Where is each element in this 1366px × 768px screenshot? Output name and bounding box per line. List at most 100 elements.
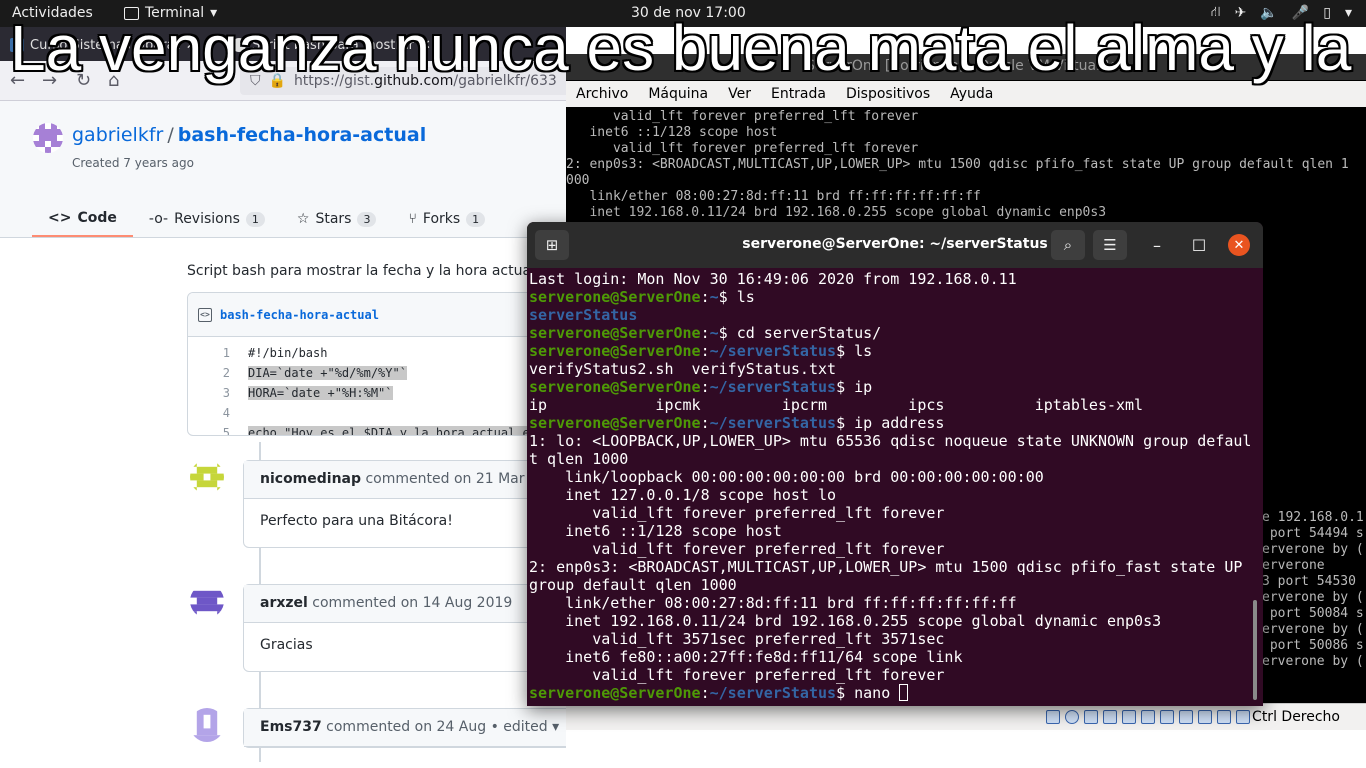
owner-avatar[interactable] bbox=[33, 123, 63, 153]
optical-drive-icon[interactable] bbox=[1065, 710, 1079, 724]
gist-description: Script bash para mostrar la fecha y la h… bbox=[187, 263, 540, 279]
terminal-text: link/ether 08:00:27:8d:ff:11 brd ff:ff:f… bbox=[529, 594, 1017, 612]
comment-avatar[interactable] bbox=[190, 460, 224, 494]
tab-revisions[interactable]: -o- Revisions 1 bbox=[133, 201, 281, 237]
console-line: 2: enp0s3: <BROADCAST,MULTICAST,UP,LOWER… bbox=[566, 157, 1349, 172]
line-number[interactable]: 2 bbox=[188, 366, 230, 380]
terminal-line: 2: enp0s3: <BROADCAST,MULTICAST,UP,LOWER… bbox=[529, 558, 1251, 576]
console-fragment: erverone bbox=[1262, 558, 1325, 573]
terminal-text: ~/serverStatus bbox=[709, 684, 837, 702]
menu-maquina[interactable]: Máquina bbox=[638, 81, 718, 107]
terminal-text: inet 192.168.0.11/24 brd 192.168.0.255 s… bbox=[529, 612, 1162, 630]
close-button[interactable]: ✕ bbox=[1228, 234, 1250, 256]
console-fragment: port 50084 s bbox=[1262, 606, 1364, 621]
line-number[interactable]: 3 bbox=[188, 386, 230, 400]
display-icon[interactable] bbox=[1160, 710, 1174, 724]
hamburger-icon: ☰ bbox=[1103, 236, 1117, 254]
firefox-window: Curso Sistemas Operat ✕ Script bash para… bbox=[0, 27, 566, 768]
search-button[interactable]: ⌕ bbox=[1051, 230, 1085, 260]
tab-forks[interactable]: ⑂ Forks 1 bbox=[392, 201, 501, 237]
terminal-line: Last login: Mon Nov 30 16:49:06 2020 fro… bbox=[529, 270, 1251, 288]
console-fragment: erverone by ( bbox=[1262, 542, 1364, 557]
comment-author[interactable]: nicomedinap bbox=[260, 471, 361, 487]
console-fragment: 3 port 54530 bbox=[1262, 574, 1356, 589]
terminal-text: ~/serverStatus bbox=[709, 414, 837, 432]
terminal-text: : bbox=[700, 414, 710, 432]
mouse-integration-icon[interactable] bbox=[1236, 710, 1250, 724]
terminal-line: inet 192.168.0.11/24 brd 192.168.0.255 s… bbox=[529, 612, 1251, 630]
comment-meta: commented on 24 Aug • edited bbox=[326, 719, 548, 735]
audio-icon[interactable] bbox=[1084, 710, 1098, 724]
minimize-button[interactable]: – bbox=[1144, 232, 1170, 258]
terminal-line: serverone@ServerOne:~/serverStatus$ ip bbox=[529, 378, 1251, 396]
line-number[interactable]: 1 bbox=[188, 346, 230, 360]
terminal-text: ~ bbox=[709, 288, 719, 306]
terminal-line: valid_lft forever preferred_lft forever bbox=[529, 504, 1251, 522]
gist-title: gabrielkfr / bash-fecha-hora-actual bbox=[72, 124, 426, 146]
tab-forks-label: Forks bbox=[422, 211, 461, 227]
terminal-text: : bbox=[700, 684, 710, 702]
terminal-output[interactable]: Last login: Mon Nov 30 16:49:06 2020 fro… bbox=[529, 270, 1251, 704]
terminal-line: serverone@ServerOne:~/serverStatus$ ip a… bbox=[529, 414, 1251, 432]
terminal-text: serverStatus bbox=[529, 306, 638, 324]
vt-icon[interactable] bbox=[1217, 710, 1231, 724]
terminal-text: serverone@ServerOne bbox=[529, 684, 701, 702]
cpu-icon[interactable] bbox=[1198, 710, 1212, 724]
tab-code[interactable]: <> Code bbox=[32, 201, 133, 237]
forks-count: 1 bbox=[466, 211, 486, 227]
terminal-text: ~ bbox=[709, 324, 719, 342]
recording-icon[interactable] bbox=[1179, 710, 1193, 724]
star-icon: ☆ bbox=[296, 211, 310, 227]
menu-entrada[interactable]: Entrada bbox=[761, 81, 836, 107]
menu-ver[interactable]: Ver bbox=[718, 81, 761, 107]
menu-button[interactable]: ☰ bbox=[1093, 230, 1127, 260]
network-adapter-icon[interactable] bbox=[1103, 710, 1117, 724]
caret-down-icon[interactable]: ▾ bbox=[552, 719, 559, 735]
terminal-scrollbar[interactable] bbox=[1253, 600, 1257, 700]
owner-link[interactable]: gabrielkfr bbox=[72, 124, 163, 146]
terminal-line: valid_lft forever preferred_lft forever bbox=[529, 666, 1251, 684]
code-line: 3 HORA=`date +"%H:%M"` bbox=[188, 383, 566, 403]
terminal-text: serverone@ServerOne bbox=[529, 288, 701, 306]
tab-stars-label: Stars bbox=[315, 211, 352, 227]
file-header: <> bash-fecha-hora-actual bbox=[188, 293, 566, 337]
terminal-text: $ ls bbox=[718, 288, 755, 306]
comment-box: Ems737 commented on 24 Aug • edited ▾ bbox=[243, 708, 566, 748]
terminal-line: link/loopback 00:00:00:00:00:00 brd 00:0… bbox=[529, 468, 1251, 486]
hard-disk-icon[interactable] bbox=[1046, 710, 1060, 724]
line-number[interactable]: 5 bbox=[188, 426, 230, 435]
comment-avatar[interactable] bbox=[190, 708, 224, 742]
file-name-link[interactable]: bash-fecha-hora-actual bbox=[220, 308, 379, 322]
comment-box: arxzel commented on 14 Aug 2019 Gracias bbox=[243, 584, 566, 672]
terminal-text: $ nano bbox=[836, 684, 900, 702]
search-icon: ⌕ bbox=[1063, 236, 1073, 254]
identicon bbox=[190, 708, 224, 742]
terminal-line: serverone@ServerOne:~$ ls bbox=[529, 288, 1251, 306]
comment-author[interactable]: arxzel bbox=[260, 595, 308, 611]
terminal-line: t qlen 1000 bbox=[529, 450, 1251, 468]
gist-name-link[interactable]: bash-fecha-hora-actual bbox=[178, 124, 426, 146]
terminal-line: inet6 fe80::a00:27ff:fe8d:ff11/64 scope … bbox=[529, 648, 1251, 666]
line-number[interactable]: 4 bbox=[188, 406, 230, 420]
terminal-text: $ ip address bbox=[836, 414, 945, 432]
tab-stars[interactable]: ☆ Stars 3 bbox=[281, 201, 393, 237]
terminal-line: serverone@ServerOne:~$ cd serverStatus/ bbox=[529, 324, 1251, 342]
menu-ayuda[interactable]: Ayuda bbox=[940, 81, 1003, 107]
desktop: Actividades Terminal ▾ 30 de nov 17:00 ⛙… bbox=[0, 0, 1366, 768]
subtitle-overlay: La venganza nunca es buena mata el alma … bbox=[10, 12, 1352, 84]
shared-folders-icon[interactable] bbox=[1141, 710, 1155, 724]
usb-icon[interactable] bbox=[1122, 710, 1136, 724]
maximize-button[interactable]: ☐ bbox=[1186, 232, 1212, 258]
menu-archivo[interactable]: Archivo bbox=[566, 81, 638, 107]
comment: Ems737 commented on 24 Aug • edited ▾ bbox=[187, 708, 566, 768]
code-text: DIA=`date +"%d/%m/%Y"` bbox=[248, 366, 407, 380]
stars-count: 3 bbox=[357, 211, 377, 227]
terminal-text: serverone@ServerOne bbox=[529, 378, 701, 396]
menu-dispositivos[interactable]: Dispositivos bbox=[836, 81, 940, 107]
comment: nicomedinap commented on 21 Mar 2017 Per… bbox=[187, 460, 566, 580]
gist-tabs: <> Code -o- Revisions 1 ☆ Stars 3 ⑂ Fork… bbox=[32, 201, 501, 238]
terminal-headerbar: ⊞ serverone@ServerOne: ~/serverStatus ⌕ … bbox=[527, 222, 1263, 268]
comment-author[interactable]: Ems737 bbox=[260, 719, 322, 735]
comment-avatar[interactable] bbox=[190, 584, 224, 618]
terminal-line: inet 127.0.0.1/8 scope host lo bbox=[529, 486, 1251, 504]
